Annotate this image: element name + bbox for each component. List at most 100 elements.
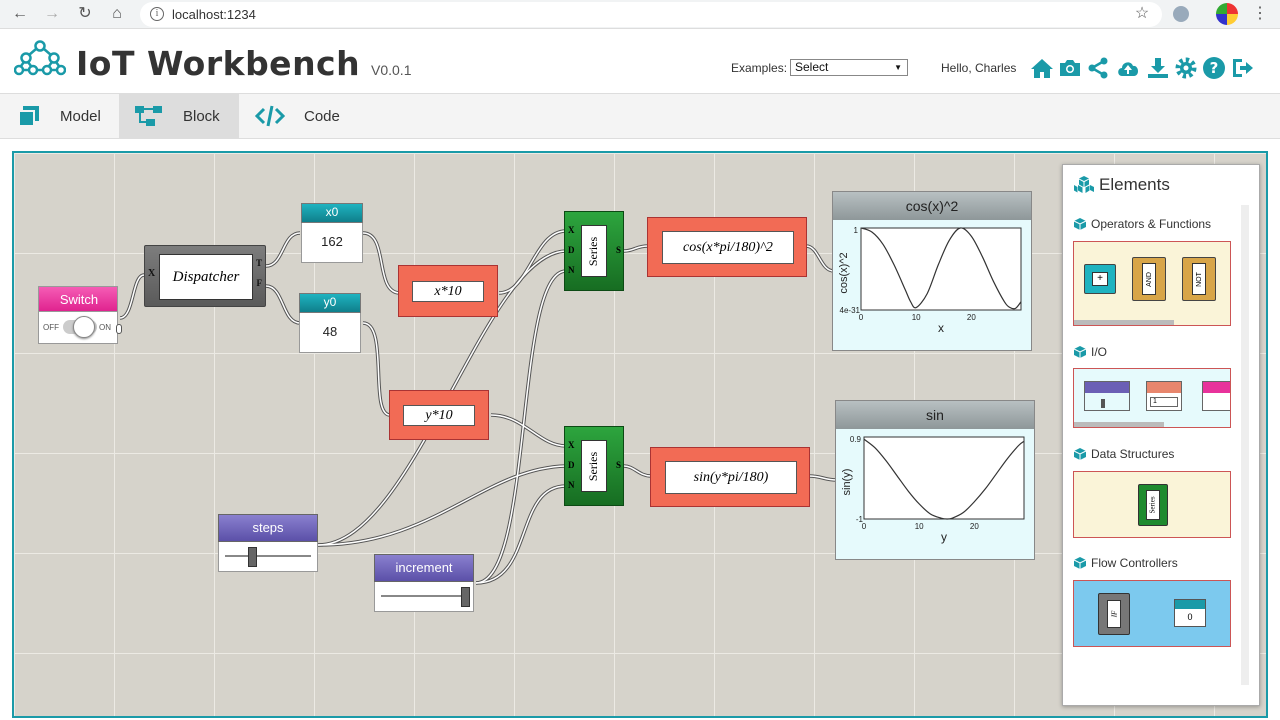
y0-title: y0 xyxy=(323,295,337,309)
mode-tabbar: Model Block Code xyxy=(0,93,1280,139)
sin-chart-node[interactable]: sin 0.9 -1 0 10 20 y sin(y) xyxy=(835,400,1035,560)
y-times-10-expression-node[interactable]: y*10 xyxy=(389,390,489,440)
examples-select[interactable]: Select ▼ xyxy=(790,59,908,76)
palette-not-block[interactable]: NOT xyxy=(1182,257,1216,301)
dispatcher-node[interactable]: X Dispatcher T F xyxy=(144,245,266,307)
palette-switch-block[interactable] xyxy=(1202,381,1230,411)
series-x-label: X xyxy=(568,225,575,235)
data-structures-palette[interactable]: Series xyxy=(1073,471,1231,538)
y-axis-label: cos(x)^2 xyxy=(838,252,850,293)
cube-icon xyxy=(1073,346,1087,358)
y-tick-label: 0.9 xyxy=(850,435,862,444)
camera-icon[interactable] xyxy=(1058,56,1082,80)
gear-icon[interactable] xyxy=(1174,56,1198,80)
dropdown-arrow-icon: ▼ xyxy=(894,63,902,72)
cubes-icon xyxy=(1074,176,1094,193)
series-x-label: X xyxy=(568,440,575,450)
palette-counter-block[interactable]: 0 xyxy=(1174,599,1206,627)
tab-code[interactable]: Code xyxy=(240,94,360,138)
slider-thumb[interactable] xyxy=(461,587,470,607)
switch-knob[interactable] xyxy=(73,316,95,338)
cloud-upload-icon[interactable] xyxy=(1114,56,1142,80)
address-bar[interactable]: i localhost:1234 xyxy=(140,2,1162,27)
elements-scrollbar[interactable] xyxy=(1241,205,1249,685)
cube-icon xyxy=(1073,218,1087,230)
home-icon[interactable] xyxy=(1030,56,1054,80)
x-tick-label: 20 xyxy=(970,522,979,531)
section-flow-controllers[interactable]: Flow Controllers xyxy=(1091,556,1178,570)
profile-avatar[interactable] xyxy=(1216,3,1238,25)
forward-icon[interactable]: → xyxy=(40,3,64,25)
sin-expr: sin(y*pi/180) xyxy=(665,461,797,494)
and-label-box: AND xyxy=(1142,263,1156,295)
series-node-1[interactable]: X D N Series S xyxy=(564,211,624,291)
plot-area xyxy=(863,436,1025,520)
bookmark-star-icon[interactable]: ☆ xyxy=(1130,3,1154,25)
x-tick-label: 10 xyxy=(912,313,921,322)
steps-title: steps xyxy=(252,520,284,535)
sin-expression-node[interactable]: sin(y*pi/180) xyxy=(650,447,810,507)
palette-plus-block[interactable]: + xyxy=(1084,264,1116,294)
increment-title: increment xyxy=(395,560,453,575)
cos-chart-node[interactable]: cos(x)^2 1 4e-31 0 10 20 x cos(x)^2 xyxy=(832,191,1032,351)
tab-block[interactable]: Block xyxy=(119,94,239,138)
slider-track[interactable] xyxy=(381,595,467,597)
io-palette[interactable]: 1 xyxy=(1073,368,1231,428)
steps-slider-node[interactable]: steps xyxy=(218,514,318,574)
operators-palette[interactable]: + AND NOT xyxy=(1073,241,1231,326)
dispatcher-in-label: X xyxy=(148,268,156,279)
section-io[interactable]: I/O xyxy=(1091,345,1107,359)
info-icon[interactable]: i xyxy=(150,7,164,21)
home-icon[interactable]: ⌂ xyxy=(105,3,129,25)
palette-scroll-thumb[interactable] xyxy=(1074,422,1164,427)
palette-slider-block[interactable] xyxy=(1084,381,1130,411)
palette-scroll-thumb[interactable] xyxy=(1074,320,1174,325)
palette-select-header xyxy=(1147,382,1181,393)
tab-model[interactable]: Model xyxy=(0,94,118,138)
extension-icon[interactable] xyxy=(1173,6,1189,22)
palette-select-block[interactable]: 1 xyxy=(1146,381,1182,411)
palette-series-label: Series xyxy=(1149,496,1158,514)
flow-controllers-palette[interactable]: IF 0 xyxy=(1073,580,1231,647)
output-port[interactable] xyxy=(116,324,122,334)
x0-panel-node[interactable]: x0 162 xyxy=(301,203,363,263)
y-tick-label: 4e-31 xyxy=(840,306,861,315)
section-data-structures[interactable]: Data Structures xyxy=(1091,447,1174,461)
user-greeting: Hello, Charles xyxy=(941,61,1017,75)
slider-track[interactable] xyxy=(225,555,311,557)
sin-chart-title: sin xyxy=(836,401,1034,429)
app-version: V0.0.1 xyxy=(371,62,412,78)
palette-and-label: AND xyxy=(1145,271,1153,287)
switch-node[interactable]: Switch OFF ON xyxy=(38,286,122,346)
x-times-10-expression-node[interactable]: x*10 xyxy=(398,265,498,317)
section-operators-functions[interactable]: Operators & Functions xyxy=(1091,217,1211,231)
download-icon[interactable] xyxy=(1146,56,1170,80)
reload-icon[interactable]: ↻ xyxy=(73,3,97,25)
y-axis-label: sin(y) xyxy=(841,469,853,496)
palette-series-block[interactable]: Series xyxy=(1138,484,1168,526)
switch-off-label: OFF xyxy=(43,323,59,332)
url-text: localhost:1234 xyxy=(172,7,256,22)
examples-selected-value: Select xyxy=(795,60,829,74)
cos-chart-title: cos(x)^2 xyxy=(833,192,1031,220)
back-icon[interactable]: ← xyxy=(8,3,32,25)
switch-on-label: ON xyxy=(99,323,111,332)
switch-body: OFF ON xyxy=(38,312,118,344)
cos-expression-node[interactable]: cos(x*pi/180)^2 xyxy=(647,217,807,277)
slider-thumb[interactable] xyxy=(248,547,257,567)
browser-toolbar: ← → ↻ ⌂ i localhost:1234 ☆ ⋮ xyxy=(0,0,1280,29)
sin-chart-plot: 0.9-10 10 20ysin(y) xyxy=(841,435,1025,544)
share-icon[interactable] xyxy=(1086,56,1110,80)
y0-panel-node[interactable]: y0 48 xyxy=(299,293,361,353)
elements-panel: Elements Operators & Functions + AND NOT… xyxy=(1062,164,1260,706)
logout-icon[interactable] xyxy=(1230,56,1254,80)
help-icon[interactable]: ? xyxy=(1202,56,1226,80)
series-node-2[interactable]: X D N Series S xyxy=(564,426,624,506)
increment-slider-node[interactable]: increment xyxy=(374,554,474,614)
menu-kebab-icon[interactable]: ⋮ xyxy=(1248,3,1272,25)
palette-and-block[interactable]: AND xyxy=(1132,257,1166,301)
palette-counter-header xyxy=(1175,600,1205,609)
app-title: IoT Workbench xyxy=(76,44,361,83)
palette-if-block[interactable]: IF xyxy=(1098,593,1130,635)
not-label-box: NOT xyxy=(1192,263,1206,295)
